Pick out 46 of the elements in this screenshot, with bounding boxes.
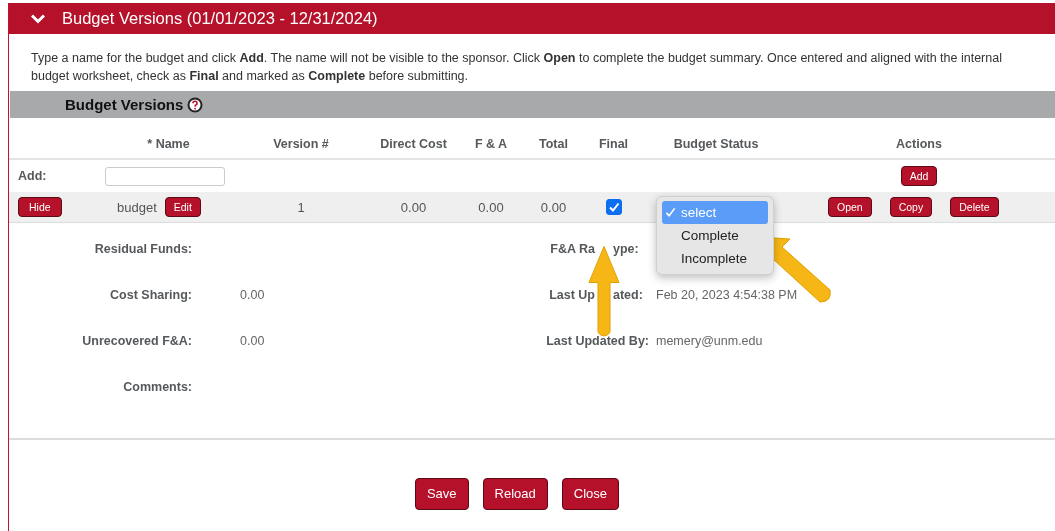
chevron-icon[interactable] [31,13,45,24]
section-title: Budget Versions [65,96,184,113]
column-header: Budget Status [672,137,760,151]
column-header: Final [597,137,630,151]
add-label: Add: [18,169,47,183]
check-icon [665,207,676,218]
column-header: F & A [473,137,509,151]
table-cell: 1 [297,199,305,215]
field-label: ype: [613,242,640,256]
table-cell: 0.00 [540,199,567,215]
action-button[interactable]: Delete [950,197,999,217]
column-header: Version # [272,137,330,151]
footer-button[interactable]: Close [561,478,620,510]
dropdown-option[interactable]: Complete [662,224,768,247]
table-cell: 0.00 [400,199,427,215]
field-label: ated: [613,288,644,302]
add-button[interactable]: Add [900,166,938,186]
field-label: Comments: [122,380,192,394]
name-field[interactable] [104,166,225,186]
field-label: Last Updated By: [545,334,649,348]
field-value: 0.00 [239,334,266,348]
field-label: Unrecovered F&A: [81,334,192,348]
help-icon[interactable] [187,96,204,113]
action-button[interactable]: Copy [889,197,933,217]
field-label: Last Up [549,288,595,302]
edit-button[interactable]: Edit [164,197,201,217]
field-label: Cost Sharing: [109,288,192,302]
field-label: F&A Ra [550,242,595,256]
field-label: Residual Funds: [93,242,192,256]
column-header: Direct Cost [379,137,448,151]
footer-button[interactable]: Save [414,478,469,510]
column-header: Total [538,137,569,151]
column-header: Actions [895,137,943,151]
table-cell: budget [117,199,157,215]
field-value: 0.00 [239,288,266,302]
field-value: memery@unm.edu [655,334,764,348]
table-cell: 0.00 [478,199,504,215]
field-value: Feb 20, 2023 4:54:38 PM [655,288,799,302]
column-header: * Name [146,137,191,151]
footer-button[interactable]: Reload [482,478,548,510]
final-checkbox[interactable] [605,199,622,215]
dropdown-option[interactable]: Incomplete [662,247,768,270]
hide-button[interactable]: Hide [18,197,62,217]
action-button[interactable]: Open [828,197,872,217]
panel-title: Budget Versions (01/01/2023 - 12/31/2024) [62,9,378,28]
instructions-text: Type a name for the budget and click Add. The name will not be visible to the sponsor. Click Open to complete the budget summary. Once entered and aligned with the internal budget worksheet, check as Final and marked as Complete before submitting. [30,50,1003,85]
